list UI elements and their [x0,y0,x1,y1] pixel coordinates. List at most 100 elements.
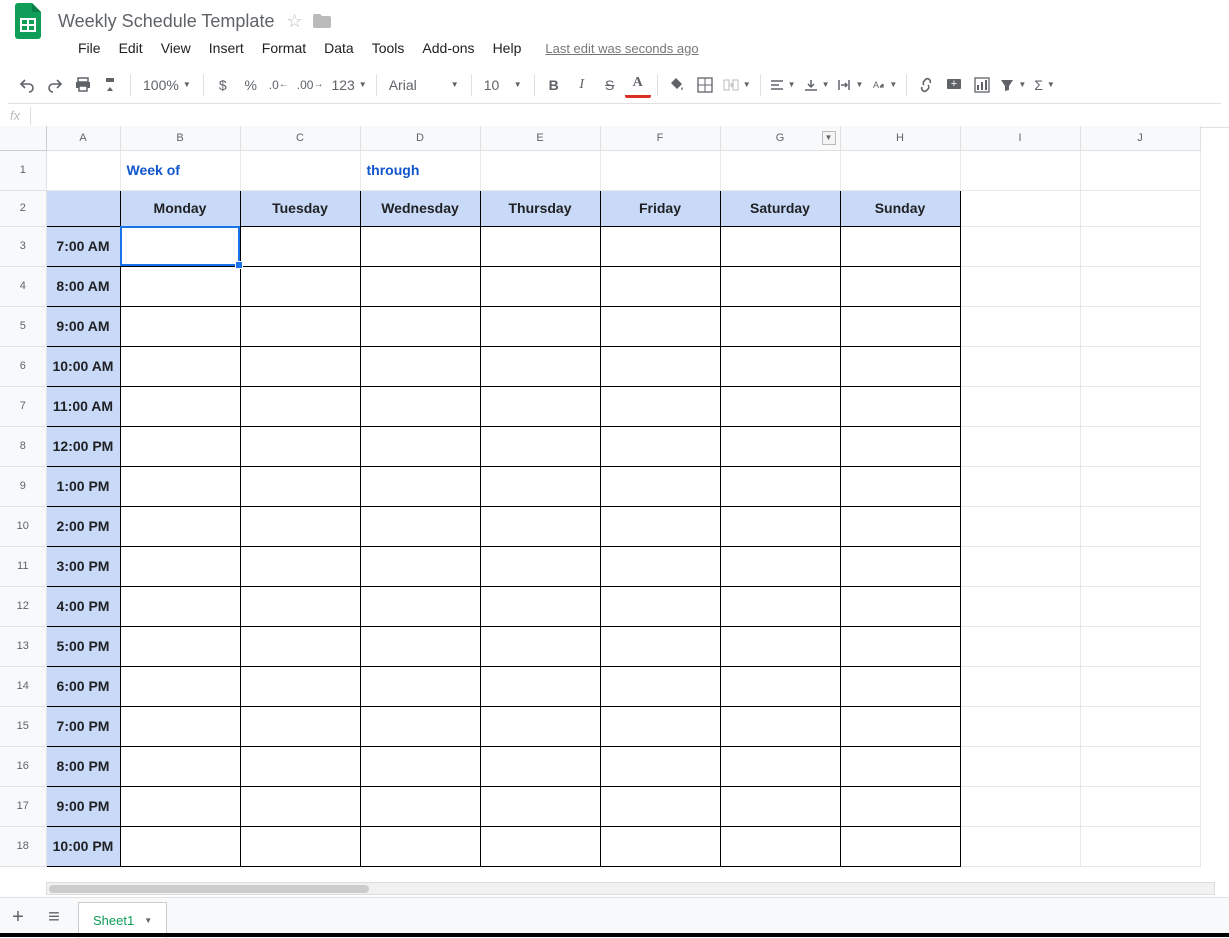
cell-C13[interactable] [240,626,360,666]
sheets-logo-icon[interactable] [8,1,48,41]
cell-F6[interactable] [600,346,720,386]
cell-I1[interactable] [960,150,1080,190]
cell-E6[interactable] [480,346,600,386]
col-header-F[interactable]: F [600,126,720,150]
cell-J6[interactable] [1080,346,1200,386]
cell-A6[interactable]: 10:00 AM [46,346,120,386]
cell-F18[interactable] [600,826,720,866]
row-header-12[interactable]: 12 [0,586,46,626]
cell-C12[interactable] [240,586,360,626]
cell-G9[interactable] [720,466,840,506]
row-header-9[interactable]: 9 [0,466,46,506]
cell-A16[interactable]: 8:00 PM [46,746,120,786]
cell-D6[interactable] [360,346,480,386]
cell-C3[interactable] [240,226,360,266]
col-header-I[interactable]: I [960,126,1080,150]
cell-G11[interactable] [720,546,840,586]
cell-B2[interactable]: Monday [120,190,240,226]
cell-B5[interactable] [120,306,240,346]
cell-B14[interactable] [120,666,240,706]
cell-I14[interactable] [960,666,1080,706]
cell-B15[interactable] [120,706,240,746]
menu-tools[interactable]: Tools [364,36,413,60]
sheet-tab-menu-icon[interactable]: ▼ [144,916,152,925]
percent-icon[interactable]: % [238,72,264,98]
row-header-18[interactable]: 18 [0,826,46,866]
cell-C4[interactable] [240,266,360,306]
menu-edit[interactable]: Edit [111,36,151,60]
redo-icon[interactable] [42,72,68,98]
text-rotation-icon[interactable]: A▼ [868,72,900,98]
menu-help[interactable]: Help [485,36,530,60]
cell-I2[interactable] [960,190,1080,226]
cell-J4[interactable] [1080,266,1200,306]
cell-C11[interactable] [240,546,360,586]
insert-chart-icon[interactable] [969,72,995,98]
horizontal-scrollbar[interactable] [46,882,1215,895]
cell-G12[interactable] [720,586,840,626]
cell-A3[interactable]: 7:00 AM [46,226,120,266]
cell-A10[interactable]: 2:00 PM [46,506,120,546]
fill-color-icon[interactable] [664,72,690,98]
decrease-decimal-icon[interactable]: .0← [266,72,292,98]
undo-icon[interactable] [14,72,40,98]
cell-J12[interactable] [1080,586,1200,626]
cell-I8[interactable] [960,426,1080,466]
cell-G16[interactable] [720,746,840,786]
filter-icon[interactable]: ▼ [997,72,1029,98]
insert-comment-icon[interactable]: + [941,72,967,98]
cell-B7[interactable] [120,386,240,426]
font-select[interactable]: Arial▼ [383,72,465,98]
cell-B4[interactable] [120,266,240,306]
row-header-13[interactable]: 13 [0,626,46,666]
cell-J15[interactable] [1080,706,1200,746]
text-color-icon[interactable]: A [625,72,651,98]
cell-B12[interactable] [120,586,240,626]
cell-E4[interactable] [480,266,600,306]
formula-input[interactable] [31,104,1229,127]
cell-J2[interactable] [1080,190,1200,226]
cell-I7[interactable] [960,386,1080,426]
cell-D2[interactable]: Wednesday [360,190,480,226]
cell-H6[interactable] [840,346,960,386]
menu-view[interactable]: View [153,36,199,60]
cell-C16[interactable] [240,746,360,786]
cell-I10[interactable] [960,506,1080,546]
cell-A17[interactable]: 9:00 PM [46,786,120,826]
cell-B8[interactable] [120,426,240,466]
row-header-3[interactable]: 3 [0,226,46,266]
cell-C10[interactable] [240,506,360,546]
cell-H3[interactable] [840,226,960,266]
cell-H2[interactable]: Sunday [840,190,960,226]
cell-E3[interactable] [480,226,600,266]
cell-C6[interactable] [240,346,360,386]
cell-C17[interactable] [240,786,360,826]
menu-insert[interactable]: Insert [201,36,252,60]
col-header-G[interactable]: G▼ [720,126,840,150]
all-sheets-icon[interactable]: ≡ [36,900,72,936]
cell-F2[interactable]: Friday [600,190,720,226]
cell-F16[interactable] [600,746,720,786]
cell-G6[interactable] [720,346,840,386]
cell-C15[interactable] [240,706,360,746]
cell-F5[interactable] [600,306,720,346]
cell-D4[interactable] [360,266,480,306]
cell-B1[interactable]: Week of [120,150,240,190]
menu-data[interactable]: Data [316,36,362,60]
spreadsheet-grid[interactable]: A B C D E F G▼ H I J 1 Week of through 2… [0,126,1201,867]
menu-format[interactable]: Format [254,36,314,60]
cell-C9[interactable] [240,466,360,506]
cell-G5[interactable] [720,306,840,346]
cell-I6[interactable] [960,346,1080,386]
cell-D10[interactable] [360,506,480,546]
h-align-icon[interactable]: ▼ [767,72,799,98]
cell-H4[interactable] [840,266,960,306]
cell-F1[interactable] [600,150,720,190]
cell-A7[interactable]: 11:00 AM [46,386,120,426]
cell-C7[interactable] [240,386,360,426]
cell-G15[interactable] [720,706,840,746]
cell-C14[interactable] [240,666,360,706]
cell-A9[interactable]: 1:00 PM [46,466,120,506]
cell-E18[interactable] [480,826,600,866]
move-folder-icon[interactable] [313,14,331,28]
